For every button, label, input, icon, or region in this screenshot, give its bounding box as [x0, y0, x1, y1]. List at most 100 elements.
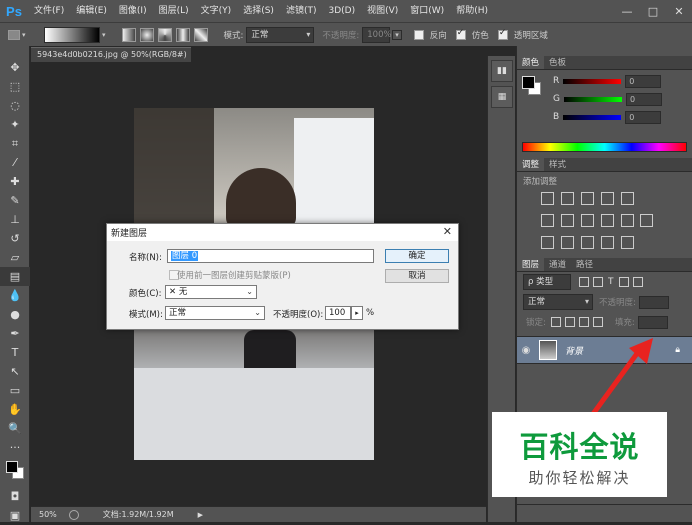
filter-type-icon[interactable]: T [608, 277, 614, 287]
filter-smart-object-icon[interactable] [632, 277, 643, 287]
fill-input[interactable] [637, 315, 668, 329]
properties-panel-icon[interactable]: ▦ [491, 86, 513, 108]
gradient-map-icon[interactable] [620, 236, 634, 249]
blur-tool-icon[interactable]: 💧 [0, 286, 30, 305]
panel-foreground-swatch[interactable] [522, 76, 535, 89]
opacity-input[interactable]: 100 [325, 306, 351, 320]
menu-view[interactable]: 视图(V) [361, 0, 404, 22]
color-balance-icon[interactable] [560, 214, 574, 227]
color-spectrum-bar[interactable] [522, 142, 687, 152]
zoom-level[interactable]: 50% [39, 510, 57, 519]
magic-wand-tool-icon[interactable]: ✦ [0, 115, 30, 134]
screen-mode-icon[interactable]: ▣ [0, 506, 30, 525]
angle-gradient-icon[interactable] [157, 27, 172, 42]
healing-brush-tool-icon[interactable]: ✚ [0, 172, 30, 191]
radial-gradient-icon[interactable] [139, 27, 154, 42]
menu-type[interactable]: 文字(Y) [195, 0, 238, 22]
brush-tool-icon[interactable]: ✎ [0, 191, 30, 210]
mode-select[interactable]: 正常 ▾ [246, 26, 315, 43]
diamond-gradient-icon[interactable] [193, 27, 208, 42]
layer-name[interactable]: 背景 [565, 344, 583, 357]
tab-paths[interactable]: 路径 [571, 258, 598, 271]
type-tool-icon[interactable]: T [0, 343, 30, 362]
tab-adjustments[interactable]: 调整 [517, 158, 545, 171]
foreground-color-swatch[interactable] [6, 461, 18, 473]
close-button[interactable]: ✕ [666, 0, 692, 22]
photo-filter-icon[interactable] [600, 214, 614, 227]
transparency-checkbox[interactable] [497, 28, 508, 40]
status-menu-arrow-icon[interactable]: ▶ [198, 511, 203, 519]
vibrance-icon[interactable] [620, 192, 634, 205]
eyedropper-tool-icon[interactable]: ⁄ [0, 153, 30, 172]
tab-styles[interactable]: 样式 [544, 158, 571, 171]
selective-color-icon[interactable] [600, 236, 614, 249]
tab-swatches[interactable]: 色板 [544, 56, 571, 69]
lasso-tool-icon[interactable]: ◌ [0, 96, 30, 115]
color-lookup-icon[interactable] [640, 214, 654, 227]
cancel-button[interactable]: 取消 [385, 269, 449, 283]
tab-color[interactable]: 颜色 [517, 56, 545, 69]
tab-layers[interactable]: 图层 [517, 258, 545, 271]
lock-all-icon[interactable] [592, 317, 603, 327]
color-select[interactable]: ✕ 无 ⌄ [165, 285, 257, 299]
ok-button[interactable]: 确定 [385, 249, 449, 263]
channel-mixer-icon[interactable] [620, 214, 634, 227]
linear-gradient-icon[interactable] [121, 27, 136, 42]
history-panel-icon[interactable]: ▮▮ [491, 60, 513, 82]
gradient-dropdown-icon[interactable]: ▾ [102, 31, 106, 39]
green-value[interactable]: 0 [625, 92, 662, 106]
history-brush-tool-icon[interactable]: ↺ [0, 229, 30, 248]
lock-image-icon[interactable] [564, 317, 575, 327]
mode-select[interactable]: 正常 ⌄ [165, 306, 265, 320]
blue-value[interactable]: 0 [625, 110, 662, 124]
tool-preset-picker[interactable]: ▾ [6, 27, 32, 43]
menu-image[interactable]: 图像(I) [113, 0, 153, 22]
filter-shape-icon[interactable] [618, 277, 629, 287]
layer-opacity-input[interactable] [638, 295, 669, 309]
blue-slider[interactable] [563, 114, 622, 120]
opacity-arrow-icon[interactable]: ▸ [351, 306, 363, 320]
lock-transparent-icon[interactable] [550, 317, 561, 327]
lock-position-icon[interactable] [578, 317, 589, 327]
menu-window[interactable]: 窗口(W) [404, 0, 450, 22]
red-slider[interactable] [563, 78, 622, 84]
opacity-input[interactable]: 100% [362, 26, 392, 43]
gradient-preview[interactable] [44, 26, 100, 43]
dither-checkbox[interactable] [455, 28, 466, 40]
menu-3d[interactable]: 3D(D) [322, 0, 361, 22]
dialog-close-icon[interactable]: ✕ [443, 225, 452, 238]
tab-channels[interactable]: 通道 [544, 258, 571, 271]
crop-tool-icon[interactable]: ⌗ [0, 134, 30, 153]
eye-icon[interactable]: ◉ [517, 345, 535, 356]
curves-icon[interactable] [580, 192, 594, 205]
reflected-gradient-icon[interactable] [175, 27, 190, 42]
layer-filter-select[interactable]: ρ 类型 [523, 274, 571, 290]
zoom-tool-icon[interactable]: 🔍 [0, 419, 30, 438]
eraser-tool-icon[interactable]: ▱ [0, 248, 30, 267]
path-selection-tool-icon[interactable]: ↖ [0, 362, 30, 381]
brightness-icon[interactable] [541, 192, 554, 205]
hue-saturation-icon[interactable] [541, 214, 554, 227]
layer-name-input[interactable]: 图层 0 [167, 249, 374, 263]
move-tool-icon[interactable]: ✥ [0, 58, 30, 77]
status-info-icon[interactable] [68, 509, 79, 520]
pen-tool-icon[interactable]: ✒ [0, 324, 30, 343]
rectangle-tool-icon[interactable]: ▭ [0, 381, 30, 400]
threshold-icon[interactable] [580, 236, 594, 249]
clone-stamp-tool-icon[interactable]: ⊥ [0, 210, 30, 229]
document-tab[interactable]: 5943e4d0b0216.jpg @ 50%(RGB/8#) × [31, 47, 191, 72]
restore-button[interactable]: □ [640, 0, 666, 22]
gradient-tool-icon[interactable]: ▤ [0, 267, 30, 286]
green-slider[interactable] [563, 96, 622, 102]
more-tools-icon[interactable]: ··· [0, 438, 30, 457]
dodge-tool-icon[interactable]: ● [0, 305, 30, 324]
menu-layer[interactable]: 图层(L) [153, 0, 195, 22]
minimize-button[interactable]: — [614, 0, 640, 22]
menu-help[interactable]: 帮助(H) [450, 0, 494, 22]
menu-edit[interactable]: 编辑(E) [70, 0, 113, 22]
filter-adjustment-icon[interactable] [593, 277, 603, 287]
marquee-tool-icon[interactable]: ⬚ [0, 77, 30, 96]
menu-file[interactable]: 文件(F) [28, 0, 70, 22]
posterize-icon[interactable] [560, 236, 574, 249]
opacity-dropdown-icon[interactable]: ▾ [392, 29, 402, 40]
